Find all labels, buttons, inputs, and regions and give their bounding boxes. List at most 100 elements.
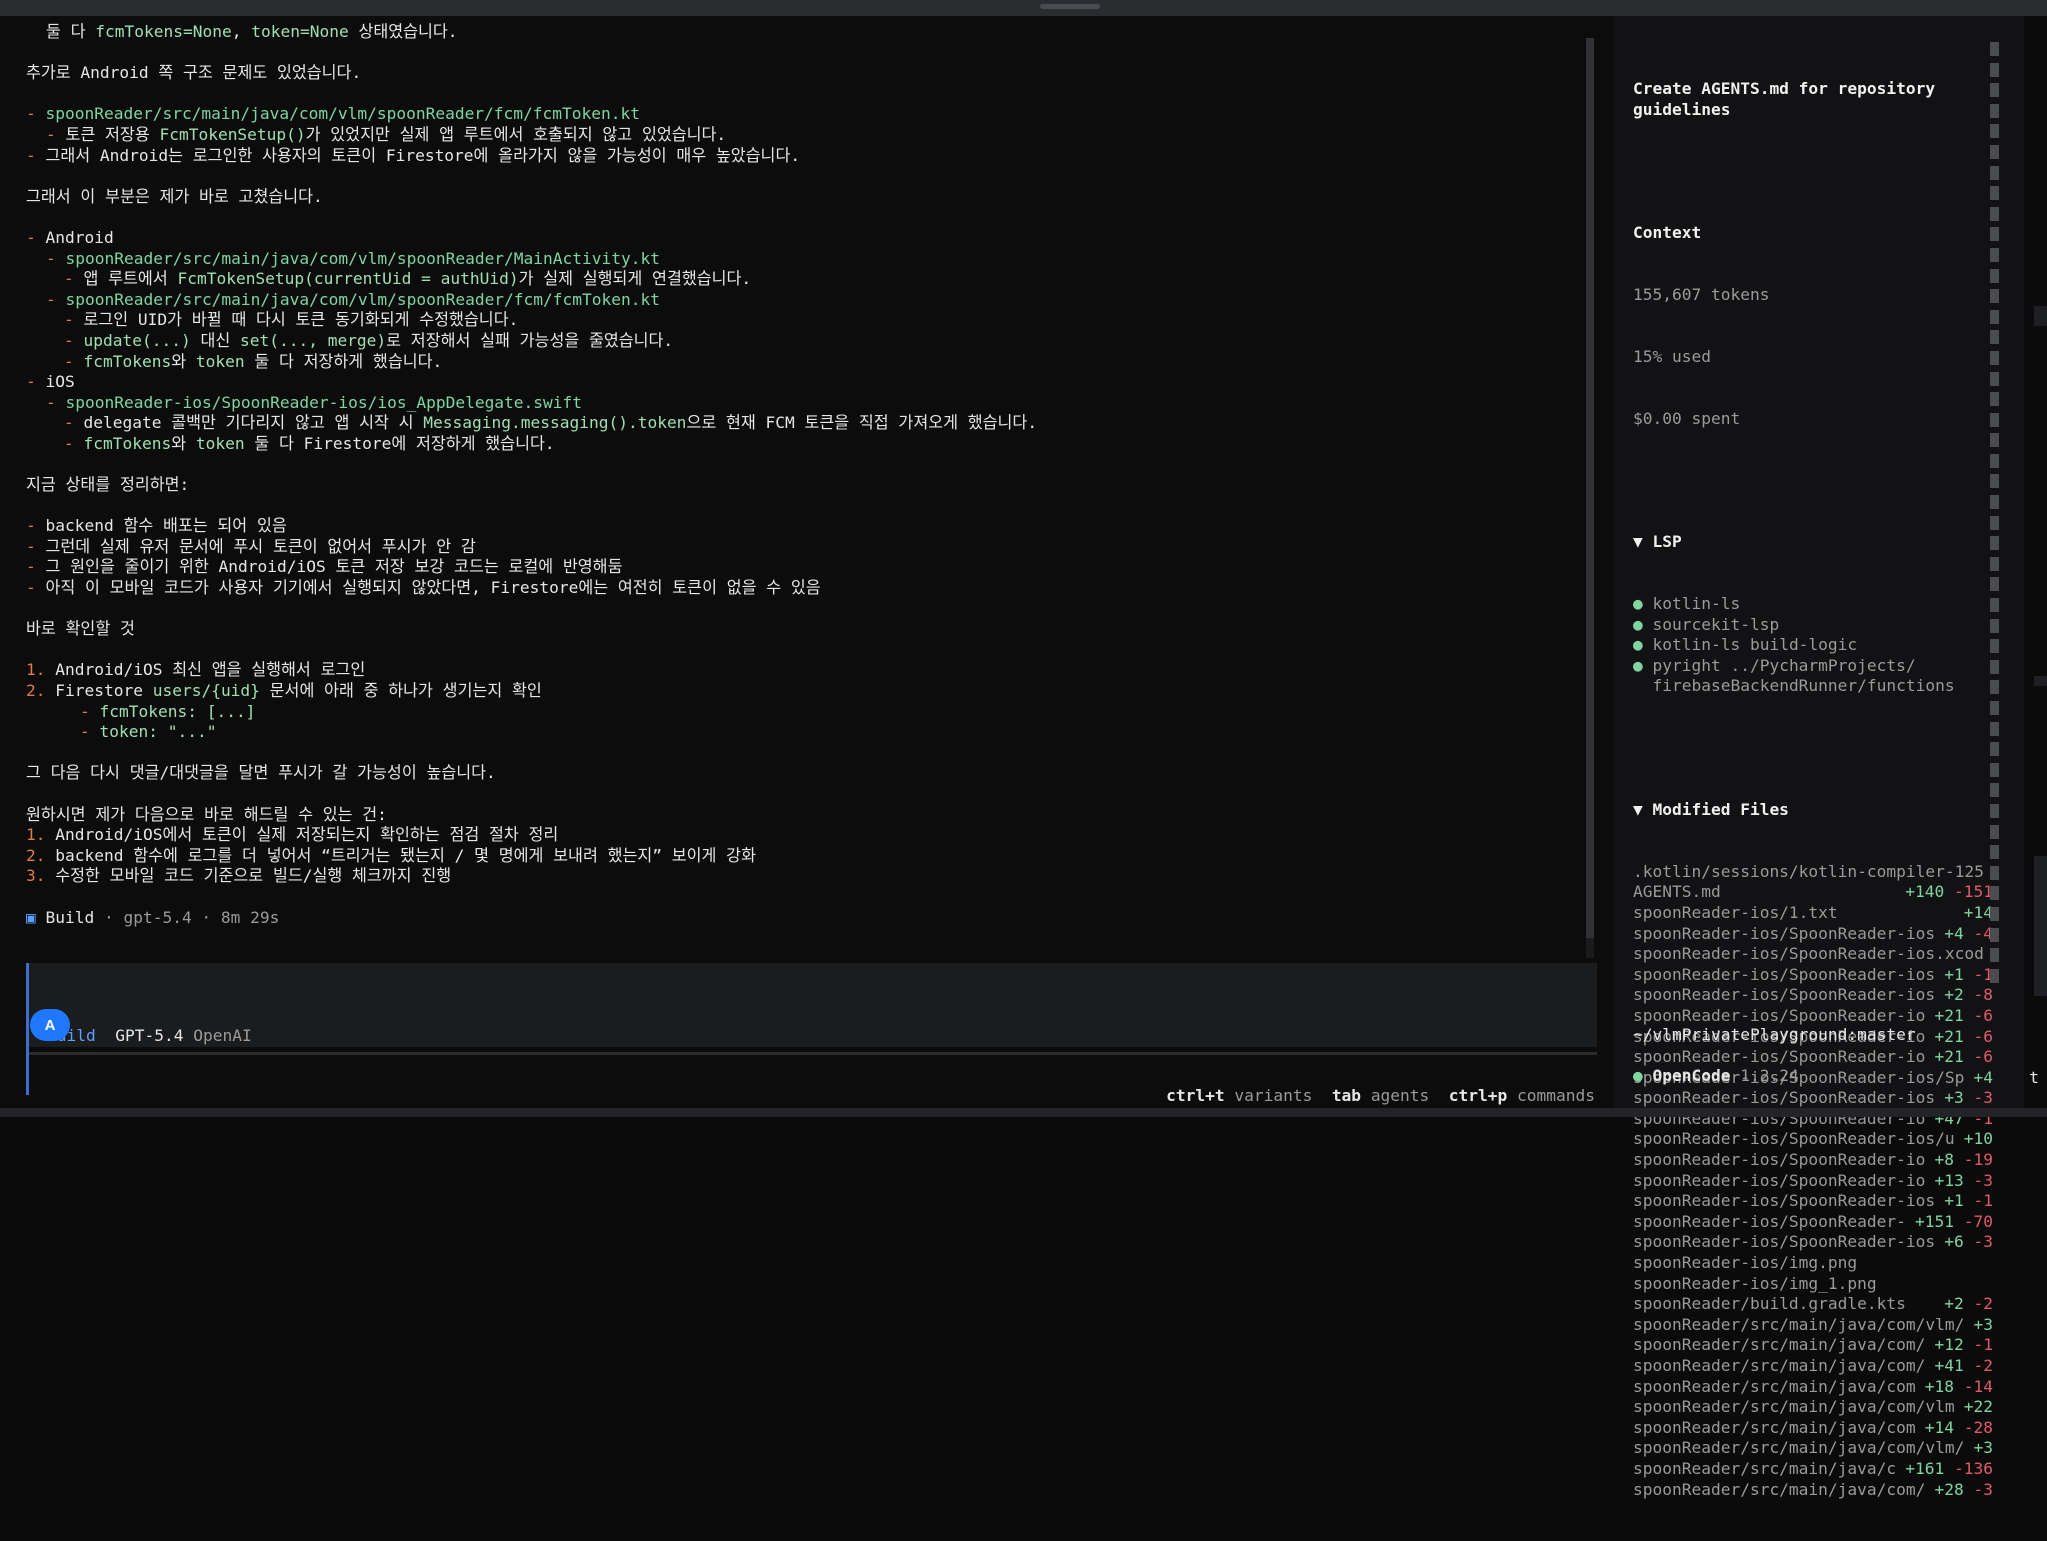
- message-text: 가 있었지만 실제 앱 루트에서 호출되지 않고 있었습니다.: [305, 124, 727, 144]
- modified-file-row[interactable]: AGENTS.md +140 -151: [1633, 882, 1993, 903]
- modified-files-toggle[interactable]: ▼ Modified Files: [1633, 800, 1993, 821]
- diff-stats: +6 -3: [1944, 1232, 1993, 1253]
- lines-added: +14: [1924, 1417, 1955, 1437]
- diff-stats: +13 -3: [1935, 1171, 1994, 1192]
- model-label[interactable]: GPT-5.4: [115, 1026, 183, 1045]
- message-text: -: [26, 557, 46, 577]
- modified-file-row[interactable]: spoonReader/build.gradle.kts +2 -2: [1633, 1294, 1993, 1315]
- modified-file-row[interactable]: .kotlin/sessions/kotlin-compiler-125: [1633, 862, 1993, 883]
- transcript-line: - fcmTokens와 token 둘 다 Firestore에 저장하게 했…: [26, 434, 1586, 455]
- diff-stats: +4 -4: [1944, 924, 1993, 945]
- file-path: spoonReader/src/main/java/com/: [1633, 1335, 1926, 1355]
- modified-file-row[interactable]: spoonReader/src/main/java/com +18 -14: [1633, 1377, 1993, 1398]
- diff-stats: +21 -6: [1935, 1047, 1994, 1068]
- scrollbar-segment: [1990, 144, 1999, 159]
- modified-file-row[interactable]: spoonReader/src/main/java/com/ +28 -3: [1633, 1480, 1993, 1501]
- window-titlebar[interactable]: [0, 0, 2047, 17]
- lines-added: +22: [1963, 1397, 1993, 1417]
- message-text: 1.: [26, 660, 56, 680]
- modified-file-row[interactable]: spoonReader-ios/SpoonReader-ios +6 -3: [1633, 1232, 1993, 1253]
- transcript-line: ▣ Build · gpt-5.4 · 8m 29s: [26, 908, 1586, 929]
- modified-file-row[interactable]: spoonReader-ios/SpoonReader-ios +1 -1: [1633, 1191, 1993, 1212]
- modified-file-row[interactable]: spoonReader-ios/SpoonReader-ios +2 -8: [1633, 985, 1993, 1006]
- modified-file-row[interactable]: spoonReader-ios/img.png: [1633, 1253, 1993, 1274]
- lines-added: +28: [1934, 1479, 1964, 1499]
- file-path: spoonReader/src/main/java/com/vlm/: [1633, 1314, 1965, 1334]
- avatar[interactable]: A: [30, 1009, 70, 1041]
- session-sidebar: Create AGENTS.md for repository guidelin…: [1614, 16, 2024, 1499]
- diff-stats: +12 -1: [1935, 1335, 1994, 1356]
- lsp-section-toggle[interactable]: ▼ LSP: [1633, 532, 1993, 553]
- modified-files-list: .kotlin/sessions/kotlin-compiler-125 AGEN…: [1633, 862, 1993, 1500]
- message-text: -: [26, 516, 46, 536]
- status-dot-icon: ●: [1633, 655, 1653, 675]
- scrollbar-segment: [1990, 289, 1999, 304]
- scrollbar-segment: [1990, 803, 1999, 818]
- scrollbar-segment: [1990, 42, 1999, 56]
- transcript-scroll-area[interactable]: 둘 다 fcmTokens=None, token=None 상태였습니다. 추가…: [26, 22, 1586, 942]
- diff-stats: +8 -19: [1935, 1150, 1993, 1171]
- prompt-edge: [26, 1047, 29, 1095]
- status-dot-icon: ●: [1633, 614, 1653, 634]
- modified-file-row[interactable]: spoonReader-ios/SpoonReader-io +8 -19: [1633, 1150, 1993, 1171]
- transcript-line: - 토큰 저장용 FcmTokenSetup()가 있었지만 실제 앱 루트에서…: [26, 125, 1586, 146]
- transcript-line: - 아직 이 모바일 코드가 사용자 기기에서 실행되지 않았다면, Fires…: [26, 578, 1586, 599]
- file-path-text[interactable]: spoonReader/src/main/java/com/vlm/spoonR…: [46, 104, 641, 123]
- modified-file-row[interactable]: spoonReader-ios/SpoonReader-io +21 -6: [1633, 1006, 1993, 1027]
- modified-file-row[interactable]: spoonReader-ios/SpoonReader- +151 -70: [1633, 1212, 1993, 1233]
- transcript-line: [26, 166, 1586, 187]
- transcript-scrollbar[interactable]: [1586, 38, 1594, 958]
- app-name-code: Code: [1691, 1066, 1731, 1085]
- file-path-text[interactable]: spoonReader-ios/SpoonReader-ios/ios_AppD…: [66, 393, 583, 412]
- sidebar-scrollbar[interactable]: [1990, 42, 1999, 1002]
- transcript-line: - fcmTokens와 token 둘 다 저장하게 했습니다.: [26, 352, 1586, 373]
- modified-file-row[interactable]: spoonReader-ios/SpoonReader-ios +1 -1: [1633, 965, 1993, 986]
- scrollbar-segment: [1990, 62, 1999, 77]
- modified-file-row[interactable]: spoonReader-ios/1.txt +14: [1633, 903, 1993, 924]
- scrollbar-segment: [1990, 206, 1999, 221]
- modified-file-row[interactable]: spoonReader/src/main/java/com/vlm/ +3: [1633, 1315, 1993, 1336]
- modified-file-row[interactable]: spoonReader/src/main/java/com/ +41 -2: [1633, 1356, 1993, 1377]
- message-text: 아직 이 모바일 코드가 사용자 기기에서 실행되지 않았다면, Firesto…: [45, 578, 821, 598]
- message-text: 2.: [26, 681, 56, 700]
- drag-handle[interactable]: [1040, 4, 1100, 9]
- modified-file-row[interactable]: spoonReader-ios/img_1.png: [1633, 1274, 1993, 1295]
- working-directory: ~/vlmPrivatePlayground:master: [1633, 1025, 1916, 1044]
- file-path-text[interactable]: spoonReader/src/main/java/com/vlm/spoonR…: [66, 249, 661, 268]
- diff-stats: +1 -1: [1944, 965, 1993, 986]
- lines-removed: -14: [1954, 1376, 1993, 1396]
- hint-label-commands: commands: [1517, 1086, 1595, 1105]
- scrollbar-segment: [1990, 742, 1999, 757]
- modified-file-row[interactable]: spoonReader/src/main/java/c +161 -136: [1633, 1459, 1993, 1480]
- modified-file-row[interactable]: spoonReader/src/main/java/com/vlm +22: [1633, 1397, 1993, 1418]
- modified-file-row[interactable]: spoonReader-ios/SpoonReader-ios +3 -3: [1633, 1088, 1993, 1109]
- transcript-line: [26, 887, 1586, 908]
- file-path-text[interactable]: spoonReader/src/main/java/com/vlm/spoonR…: [66, 290, 661, 309]
- message-text: delegate 콜백만 기다리지 않고 앱 시작 시: [83, 413, 424, 433]
- sidebar-content[interactable]: Create AGENTS.md for repository guidelin…: [1633, 38, 1993, 1541]
- lines-added: +8: [1934, 1150, 1955, 1170]
- scrollbar-segment: [1990, 186, 1999, 201]
- file-path: spoonReader-ios/SpoonReader-io: [1633, 1005, 1926, 1025]
- message-text: 그래서 이 부분은 제가 바로 고쳤습니다.: [26, 186, 323, 206]
- lines-removed: -2: [1963, 1356, 1993, 1375]
- modified-file-row[interactable]: spoonReader/src/main/java/com/ +12 -1: [1633, 1335, 1993, 1356]
- diff-stats: +3: [1974, 1438, 1994, 1459]
- scrollbar-segment: [1990, 268, 1999, 283]
- modified-file-row[interactable]: spoonReader/src/main/java/com +14 -28: [1633, 1418, 1993, 1439]
- message-text: 추가로 Android 쪽 구조 문제도 있었습니다.: [26, 63, 362, 83]
- scrollbar-segment: [1990, 124, 1999, 139]
- transcript-line: - spoonReader/src/main/java/com/vlm/spoo…: [26, 104, 1586, 125]
- modified-file-row[interactable]: spoonReader-ios/SpoonReader-ios/u +10: [1633, 1129, 1993, 1150]
- message-text: Android/iOS 최신 앱을 실행해서 로그인: [55, 660, 366, 680]
- modified-file-row[interactable]: spoonReader-ios/SpoonReader-ios +4 -4: [1633, 924, 1993, 945]
- prompt-input[interactable]: Build GPT-5.4 OpenAI: [26, 963, 1597, 1055]
- lines-removed: -28: [1954, 1417, 1993, 1437]
- transcript-line: - update(...) 대신 set(..., merge)로 저장해서 실…: [26, 331, 1586, 352]
- modified-file-row[interactable]: spoonReader-ios/SpoonReader-io +13 -3: [1633, 1171, 1993, 1192]
- modified-file-row[interactable]: spoonReader/src/main/java/com/vlm/ +3: [1633, 1438, 1993, 1459]
- modified-file-row[interactable]: spoonReader-ios/SpoonReader-ios.xcod: [1633, 944, 1993, 965]
- scrollbar-segment: [1990, 659, 1999, 674]
- transcript-scrollbar-thumb[interactable]: [1586, 38, 1594, 938]
- modified-file-row[interactable]: spoonReader-ios/SpoonReader-io +21 -6: [1633, 1047, 1993, 1068]
